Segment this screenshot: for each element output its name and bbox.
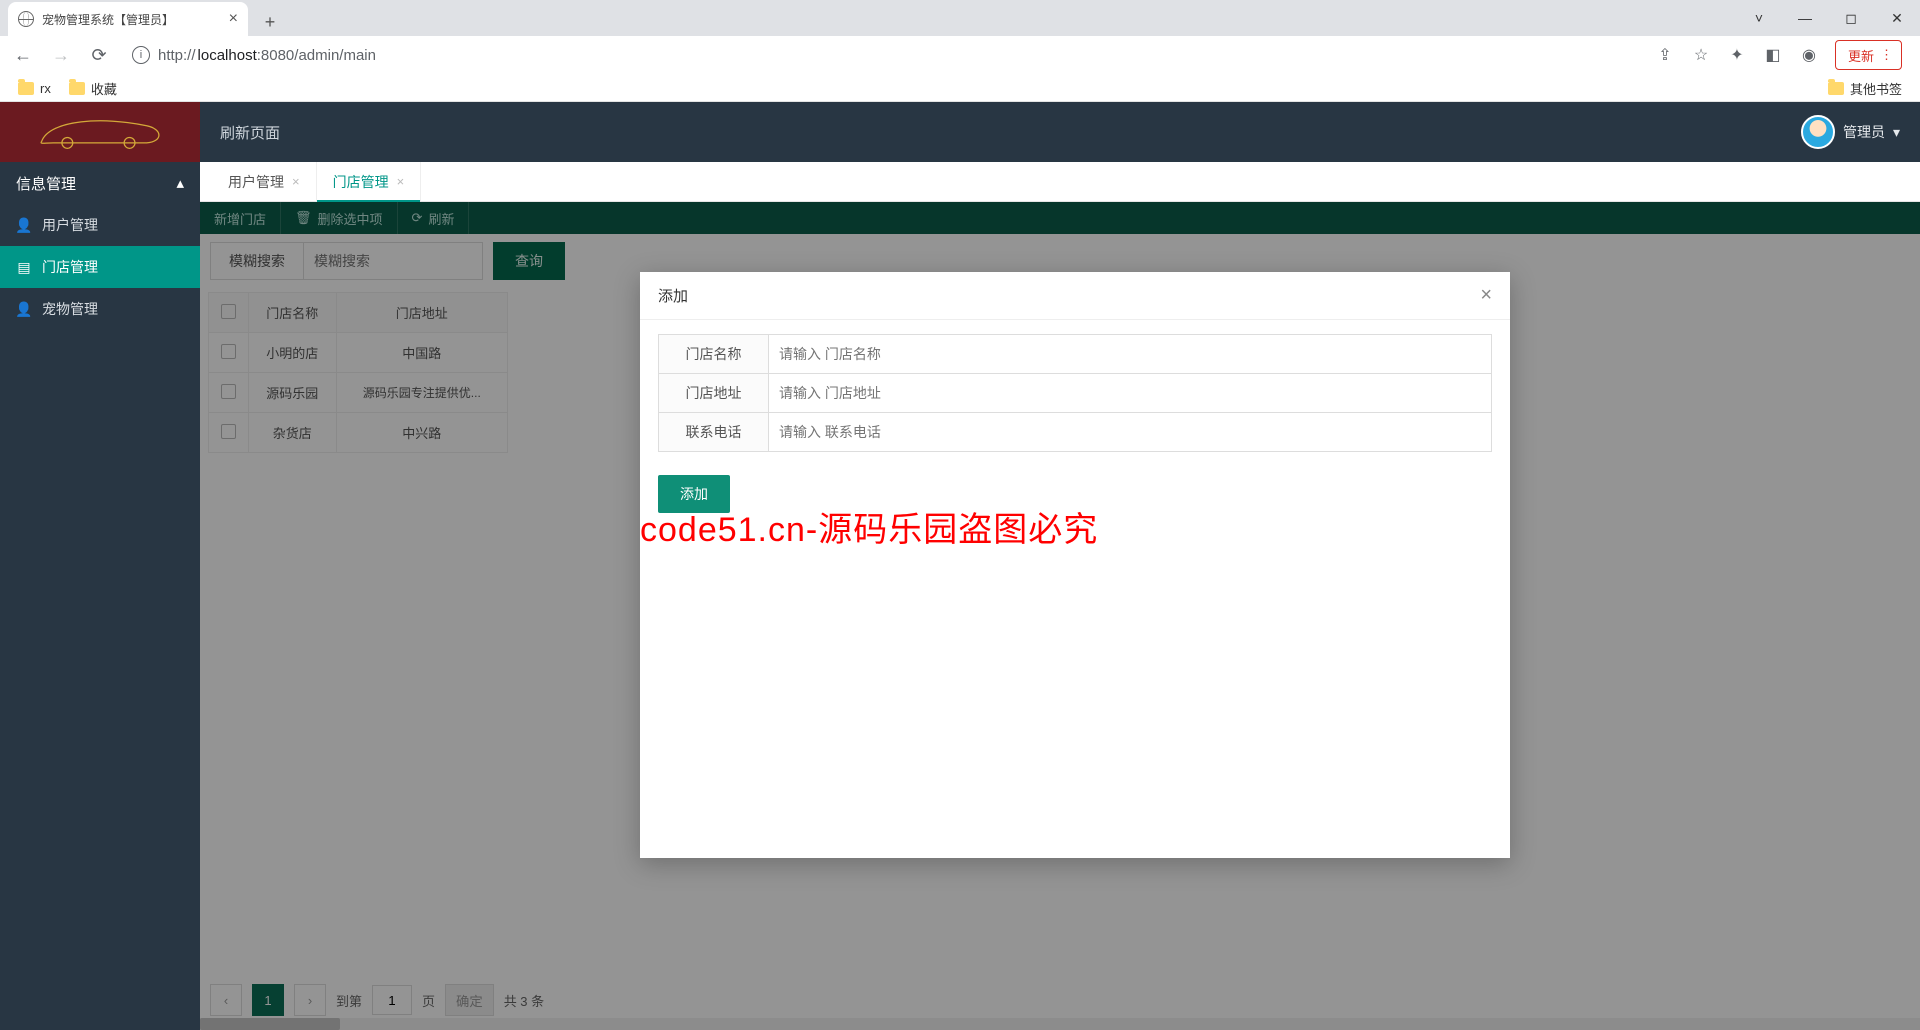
field-label: 门店地址 xyxy=(658,373,768,413)
app-logo xyxy=(0,102,200,162)
modal-header: 添加 × xyxy=(640,272,1510,320)
folder-icon xyxy=(69,82,85,95)
caret-down-icon: ▾ xyxy=(1893,124,1900,141)
tab-close-icon[interactable]: × xyxy=(229,10,238,28)
browser-tabstrip: 宠物管理系统【管理员】 × + ˅ ― ◻ ✕ xyxy=(0,0,1920,36)
bookmark-star-icon[interactable]: ☆ xyxy=(1691,45,1711,65)
modal-close-icon[interactable]: × xyxy=(1480,284,1492,307)
sidebar-category[interactable]: 信息管理 ▴ xyxy=(0,162,200,204)
chevron-up-icon: ▴ xyxy=(176,174,184,192)
nav-reload-icon[interactable]: ⟳ xyxy=(86,42,112,68)
topbar: 刷新页面 管理员 ▾ xyxy=(200,102,1920,162)
user-icon: 👤 xyxy=(16,217,32,234)
bookmark-item[interactable]: 收藏 xyxy=(69,79,117,98)
form-row: 门店地址 xyxy=(658,373,1492,413)
url-field[interactable]: i http://localhost:8080/admin/main xyxy=(124,46,1643,64)
sidebar-item-stores[interactable]: ▤ 门店管理 xyxy=(0,246,200,288)
sidebar-item-label: 用户管理 xyxy=(42,215,98,235)
bookmark-other[interactable]: 其他书签 xyxy=(1828,79,1902,98)
tab-close-icon[interactable]: × xyxy=(292,174,300,189)
form-row: 门店名称 xyxy=(658,334,1492,374)
store-phone-input[interactable] xyxy=(768,412,1492,452)
profile-icon[interactable]: ◉ xyxy=(1799,45,1819,65)
window-minimize-icon[interactable]: ― xyxy=(1782,10,1828,26)
avatar xyxy=(1801,115,1835,149)
tab-close-icon[interactable]: × xyxy=(397,174,405,189)
browser-update-button[interactable]: 更新 ⋮ xyxy=(1835,40,1902,70)
window-controls: ˅ ― ◻ ✕ xyxy=(1736,0,1920,36)
modal-submit-button[interactable]: 添加 xyxy=(658,475,730,513)
url-port: :8080 xyxy=(257,47,295,64)
sidebar-item-users[interactable]: 👤 用户管理 xyxy=(0,204,200,246)
app-root: 信息管理 ▴ 👤 用户管理 ▤ 门店管理 👤 宠物管理 刷新页面 管理员 ▾ 用户… xyxy=(0,102,1920,1030)
browser-address-bar: ← → ⟳ i http://localhost:8080/admin/main… xyxy=(0,36,1920,74)
sidebar-item-pets[interactable]: 👤 宠物管理 xyxy=(0,288,200,330)
user-menu[interactable]: 管理员 ▾ xyxy=(1801,115,1900,149)
modal-title: 添加 xyxy=(658,285,688,306)
store-name-input[interactable] xyxy=(768,334,1492,374)
add-modal: 添加 × 门店名称 门店地址 联系电话 添加 xyxy=(640,272,1510,858)
modal-body: 门店名称 门店地址 联系电话 添加 xyxy=(640,320,1510,527)
store-address-input[interactable] xyxy=(768,373,1492,413)
sidebar-category-label: 信息管理 xyxy=(16,173,76,194)
share-icon[interactable]: ⇪ xyxy=(1655,45,1675,65)
store-icon: ▤ xyxy=(16,259,32,276)
content-tabs: 用户管理 × 门店管理 × xyxy=(200,162,1920,202)
browser-tab[interactable]: 宠物管理系统【管理员】 × xyxy=(8,2,248,36)
bookmark-label: 其他书签 xyxy=(1850,79,1902,98)
update-label: 更新 xyxy=(1848,46,1874,65)
url-path: /admin/main xyxy=(294,47,376,64)
field-label: 门店名称 xyxy=(658,334,768,374)
bookmark-label: 收藏 xyxy=(91,79,117,98)
nav-back-icon[interactable]: ← xyxy=(10,42,36,68)
browser-tab-title: 宠物管理系统【管理员】 xyxy=(42,11,174,28)
url-host: localhost xyxy=(198,47,257,64)
field-label: 联系电话 xyxy=(658,412,768,452)
sidebar: 信息管理 ▴ 👤 用户管理 ▤ 门店管理 👤 宠物管理 xyxy=(0,102,200,1030)
topbar-refresh-link[interactable]: 刷新页面 xyxy=(220,122,280,143)
sidebar-item-label: 门店管理 xyxy=(42,257,98,277)
bookmarks-bar: rx 收藏 其他书签 xyxy=(0,74,1920,102)
tab-stores[interactable]: 门店管理 × xyxy=(317,162,422,201)
form-row: 联系电话 xyxy=(658,412,1492,452)
window-close-icon[interactable]: ✕ xyxy=(1874,10,1920,27)
user-label: 管理员 xyxy=(1843,122,1885,142)
tab-users[interactable]: 用户管理 × xyxy=(212,162,317,201)
nav-forward-icon[interactable]: → xyxy=(48,42,74,68)
tab-label: 用户管理 xyxy=(228,172,284,192)
new-tab-button[interactable]: + xyxy=(256,8,284,36)
globe-icon xyxy=(18,11,34,27)
url-protocol: http:// xyxy=(158,47,196,64)
site-info-icon[interactable]: i xyxy=(132,46,150,64)
window-dropdown-icon[interactable]: ˅ xyxy=(1736,10,1782,26)
bookmark-item[interactable]: rx xyxy=(18,81,51,96)
sidepanel-icon[interactable]: ◧ xyxy=(1763,45,1783,65)
folder-icon xyxy=(1828,82,1844,95)
kebab-icon: ⋮ xyxy=(1880,47,1893,63)
sidebar-item-label: 宠物管理 xyxy=(42,299,98,319)
pet-icon: 👤 xyxy=(16,301,32,318)
window-maximize-icon[interactable]: ◻ xyxy=(1828,10,1874,27)
bookmark-label: rx xyxy=(40,81,51,96)
browser-chrome: 宠物管理系统【管理员】 × + ˅ ― ◻ ✕ ← → ⟳ i http://l… xyxy=(0,0,1920,102)
extensions-icon[interactable]: ✦ xyxy=(1727,45,1747,65)
tab-label: 门店管理 xyxy=(333,172,389,192)
folder-icon xyxy=(18,82,34,95)
